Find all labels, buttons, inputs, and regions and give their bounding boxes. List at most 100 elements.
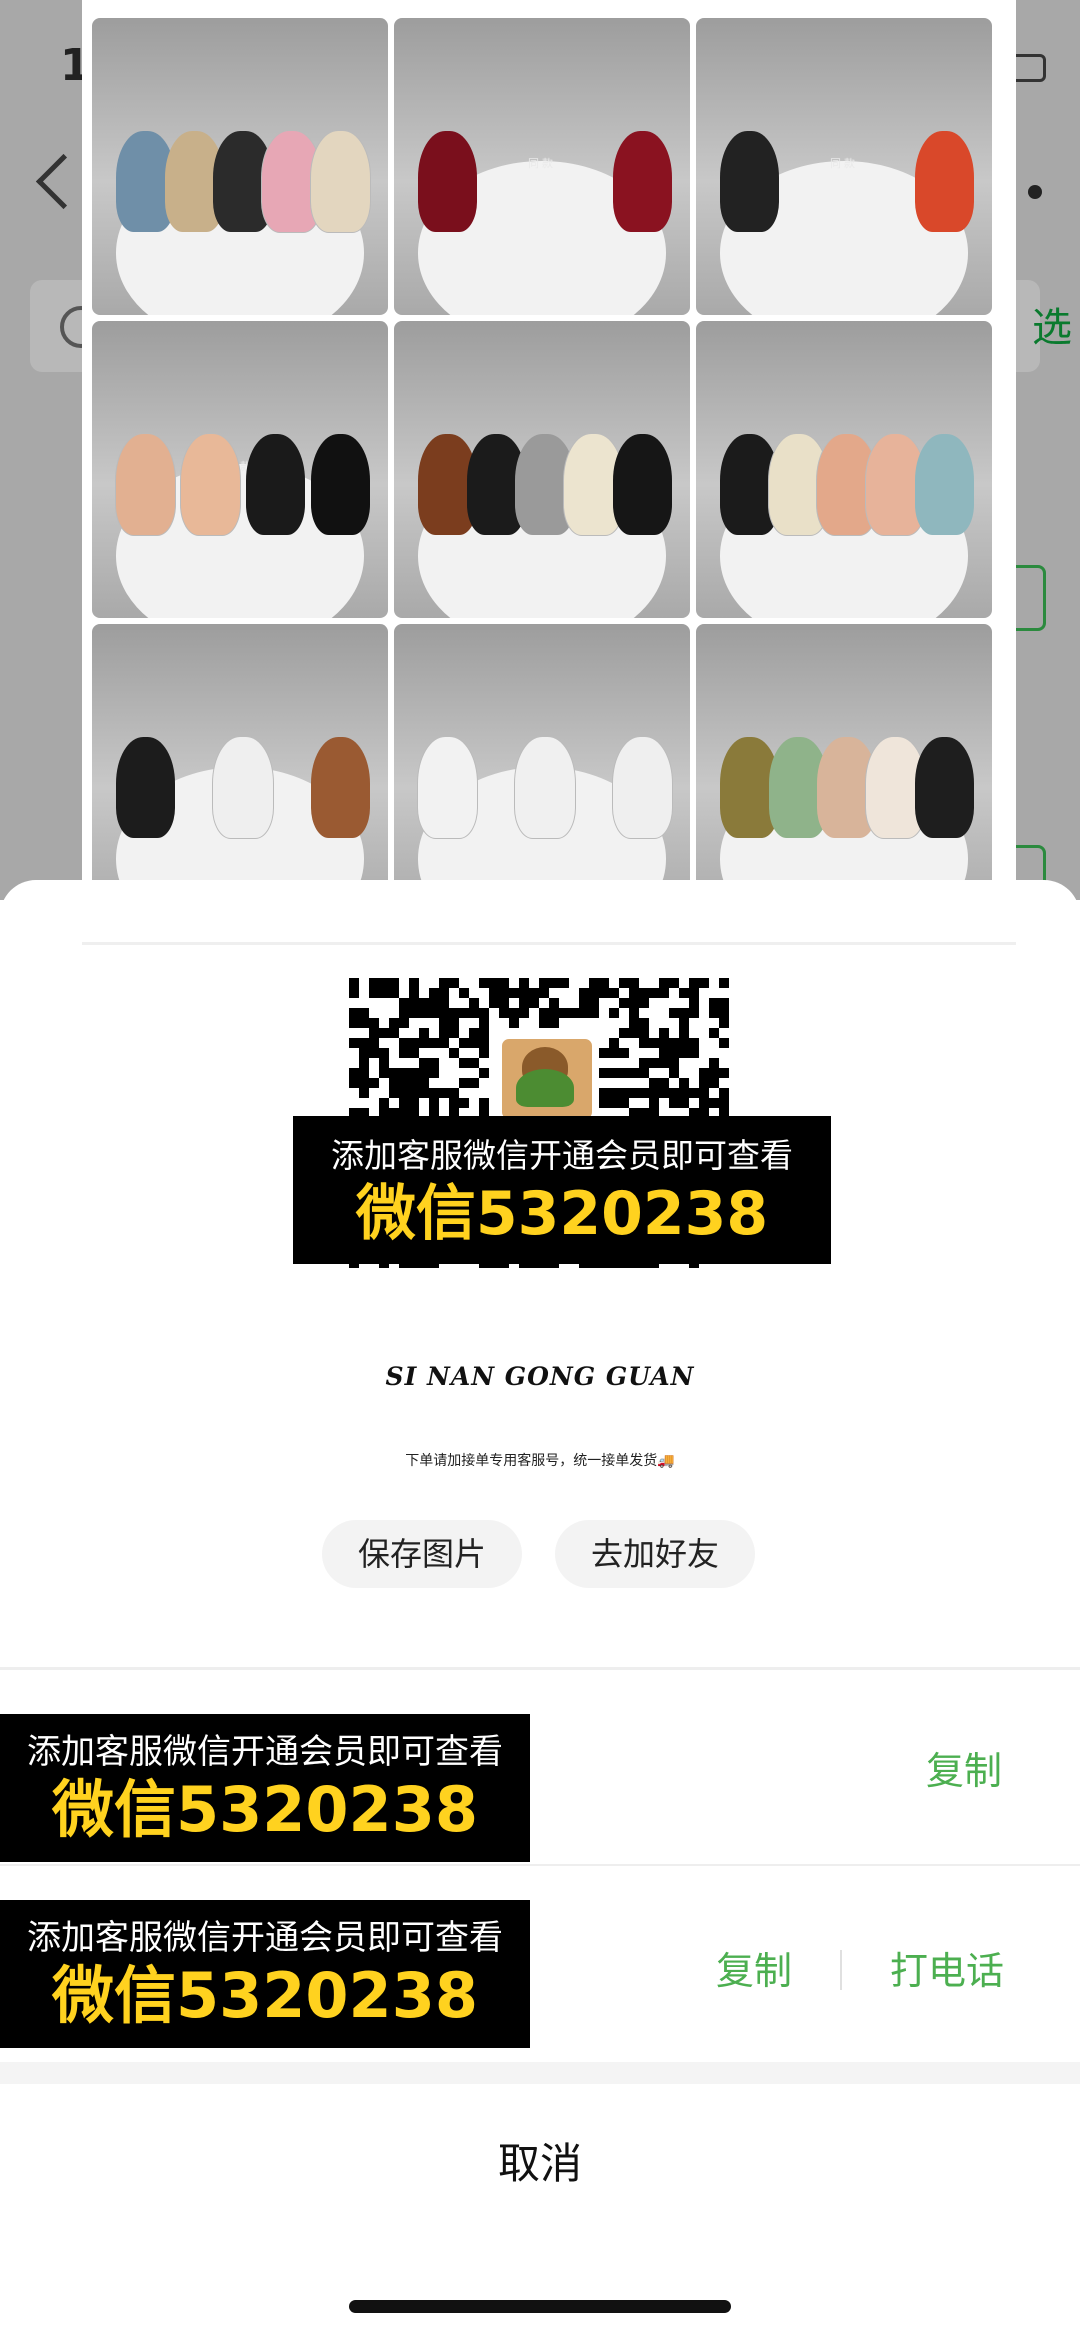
copy-button[interactable]: 复制 [926, 1740, 1002, 1795]
qr-module [629, 1068, 639, 1078]
shoe [417, 736, 477, 838]
qr-module [429, 1038, 439, 1048]
call-button[interactable]: 打电话 [890, 1940, 1004, 1995]
qr-module [719, 1098, 729, 1108]
qr-module [409, 998, 419, 1008]
qr-module [619, 1028, 629, 1038]
qr-module [379, 1068, 389, 1078]
qr-module [649, 1058, 659, 1068]
qr-module [669, 978, 679, 988]
qr-module [479, 1068, 489, 1078]
qr-module [419, 1088, 429, 1098]
save-image-button[interactable]: 保存图片 [322, 1520, 522, 1588]
qr-module [689, 1008, 699, 1018]
qr-module [539, 1018, 549, 1028]
qr-module [359, 1078, 369, 1088]
qr-module [659, 1038, 669, 1048]
qr-module [489, 978, 499, 988]
qr-module [459, 1098, 469, 1108]
qr-module [699, 1068, 709, 1078]
shoe [915, 433, 975, 535]
qr-module [359, 1048, 369, 1058]
qr-module [649, 1098, 659, 1108]
copy-button[interactable]: 复制 [716, 1940, 792, 1995]
qr-module [619, 998, 629, 1008]
qr-module [599, 1088, 609, 1098]
qr-module [359, 1088, 369, 1098]
qr-module [439, 1038, 449, 1048]
add-friend-button[interactable]: 去加好友 [555, 1520, 755, 1588]
qr-module [679, 1008, 689, 1018]
share-poster: 同款同款同款同款同款同款同款同款同款 [82, 0, 1016, 942]
qr-module [699, 1098, 709, 1108]
order-notice: 下单请加接单专用客服号，统一接单发货🚚 [405, 1453, 675, 1469]
qr-module [439, 1028, 449, 1038]
qr-module [419, 1058, 429, 1068]
photo-white-sneakers: 同款 [394, 624, 690, 921]
qr-module [539, 978, 549, 988]
qr-module [429, 1098, 439, 1108]
qr-module [519, 1008, 529, 1018]
qr-module [369, 1038, 379, 1048]
qr-module [639, 1088, 649, 1098]
qr-module [509, 1008, 519, 1018]
qr-module [359, 1018, 369, 1028]
qr-module [679, 1038, 689, 1048]
qr-module [469, 1058, 479, 1068]
qr-module [679, 988, 689, 998]
qr-module [449, 1048, 459, 1058]
qr-module [629, 978, 639, 988]
qr-logo-avatar [497, 1034, 597, 1124]
qr-module [349, 1008, 359, 1018]
photo-square-toe-loafers: 同款 [394, 321, 690, 618]
home-indicator [349, 2300, 731, 2313]
qr-module [489, 998, 499, 1008]
qr-module [549, 978, 559, 988]
qr-module [469, 998, 479, 1008]
shoe [915, 130, 975, 232]
qr-module [509, 988, 519, 998]
qr-module [359, 1058, 369, 1068]
shoe [245, 433, 306, 535]
qr-module [639, 1058, 649, 1068]
qr-module [359, 1068, 369, 1078]
contact-row: 添加客服微信开通会员即可查看 微信5320238 [0, 1670, 1080, 1866]
qr-module [429, 1068, 439, 1078]
qr-module [579, 988, 589, 998]
qr-module [529, 998, 539, 1008]
qr-module [449, 1018, 459, 1028]
qr-module [599, 988, 609, 998]
qr-module [589, 978, 599, 988]
qr-module [379, 1028, 389, 1038]
shoe [417, 130, 477, 232]
qr-module [399, 1018, 409, 1028]
qr-module [349, 1018, 359, 1028]
qr-module [709, 998, 719, 1008]
qr-module [459, 1078, 469, 1088]
qr-module [639, 998, 649, 1008]
cancel-button[interactable]: 取消 [0, 2130, 1080, 2191]
qr-module [649, 1038, 659, 1048]
qr-module [679, 1098, 689, 1108]
shoe [719, 130, 779, 232]
qr-module [439, 978, 449, 988]
photo-woven-mules: 同款 [696, 624, 992, 921]
shoe [311, 130, 371, 232]
qr-module [689, 998, 699, 1008]
qr-module [689, 1088, 699, 1098]
qr-module [449, 1088, 459, 1098]
qr-module [699, 1078, 709, 1088]
qr-module [519, 988, 529, 998]
qr-module [669, 1068, 679, 1078]
qr-module [429, 1088, 439, 1098]
qr-module [519, 998, 529, 1008]
qr-module [589, 998, 599, 1008]
qr-module [439, 1008, 449, 1018]
qr-module [439, 1018, 449, 1028]
leaf-icon [516, 1069, 574, 1107]
qr-module [659, 988, 669, 998]
qr-module [389, 1028, 399, 1038]
qr-module [399, 1098, 409, 1108]
qr-module [659, 978, 669, 988]
qr-module [399, 1068, 409, 1078]
